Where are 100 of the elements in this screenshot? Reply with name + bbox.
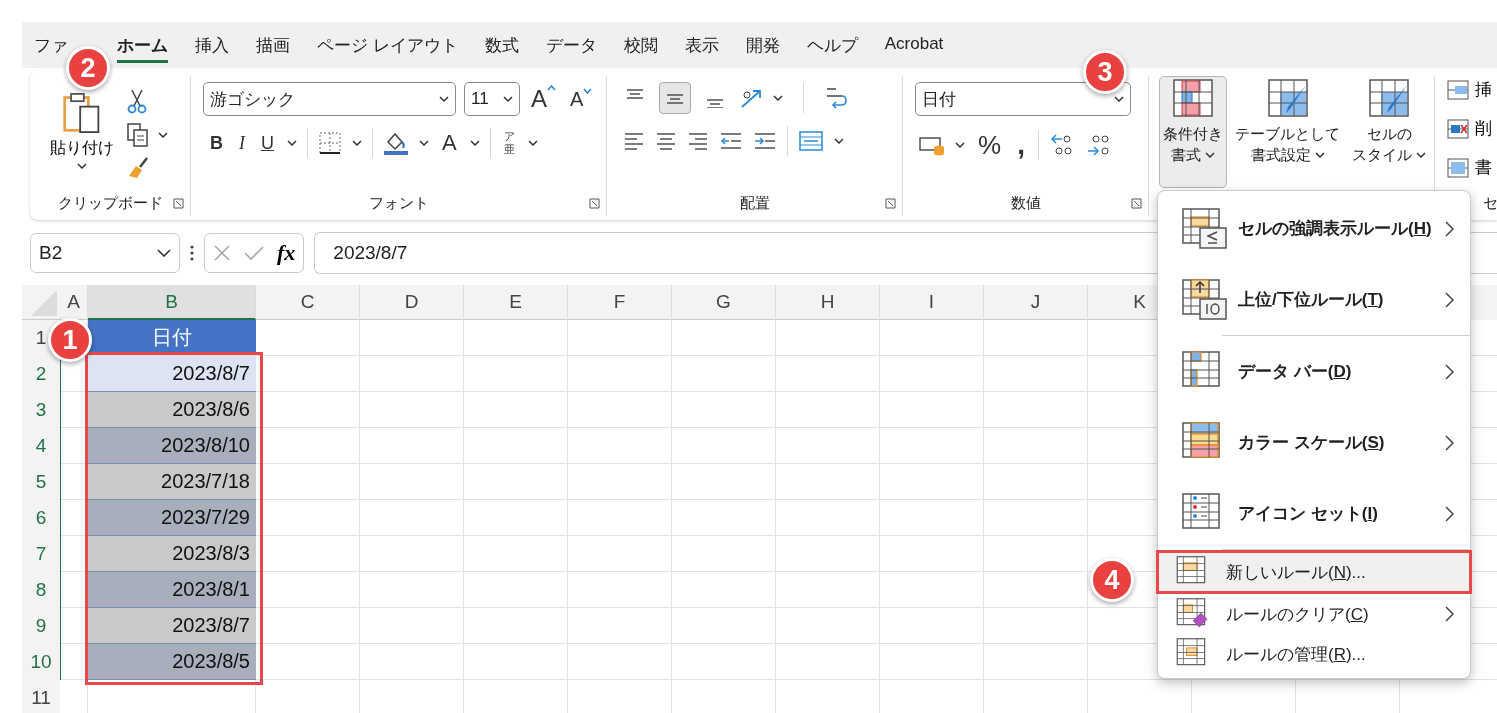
- ribbon-tab[interactable]: 挿入: [195, 30, 229, 63]
- grow-font-button[interactable]: A: [528, 85, 559, 113]
- dialog-launcher-icon[interactable]: [589, 198, 600, 209]
- paste-button[interactable]: 貼り付け: [44, 92, 120, 169]
- percent-button[interactable]: %: [975, 129, 1005, 161]
- caret-icon: [1205, 151, 1215, 158]
- table-cell: 2023/8/3: [88, 536, 256, 572]
- menu-item[interactable]: カラー スケール(S): [1158, 407, 1470, 478]
- row-header[interactable]: 9: [35, 615, 47, 637]
- cut-icon[interactable]: [126, 88, 148, 114]
- vertical-align-icon[interactable]: [659, 82, 691, 114]
- align-icon[interactable]: [623, 131, 645, 151]
- ribbon-tab[interactable]: 描画: [256, 30, 290, 63]
- table-cell: 2023/8/5: [88, 644, 256, 680]
- menu-item[interactable]: データ バー(D): [1158, 336, 1470, 407]
- column-header[interactable]: H: [776, 285, 880, 320]
- dialog-launcher-icon[interactable]: [173, 198, 184, 209]
- merge-cells-icon[interactable]: [798, 130, 824, 152]
- increase-indent-icon[interactable]: [753, 131, 777, 151]
- caret-icon[interactable]: [773, 95, 783, 101]
- row-header[interactable]: 1: [35, 327, 47, 349]
- row-header[interactable]: 6: [35, 507, 47, 529]
- dialog-launcher-icon[interactable]: [1131, 198, 1142, 209]
- ribbon-tab[interactable]: ファ: [34, 30, 68, 63]
- ribbon-tab[interactable]: 校閲: [623, 30, 658, 63]
- column-header[interactable]: J: [984, 285, 1088, 320]
- column-header[interactable]: E: [464, 285, 568, 320]
- table-cell: 2023/8/7: [88, 608, 256, 644]
- caret-icon[interactable]: [527, 140, 538, 146]
- align-icon[interactable]: [655, 131, 677, 151]
- caret-icon: [1114, 96, 1124, 102]
- styles-button[interactable]: セルの スタイル: [1348, 76, 1430, 188]
- row-header[interactable]: 10: [30, 651, 52, 673]
- styles-button[interactable]: 条件付き 書式: [1159, 76, 1227, 188]
- caret-icon[interactable]: [287, 140, 297, 146]
- row-header[interactable]: 11: [31, 687, 51, 709]
- name-box[interactable]: B2: [30, 233, 180, 273]
- column-header[interactable]: G: [672, 285, 776, 320]
- caret-icon: [1314, 151, 1325, 158]
- caret-icon[interactable]: [834, 138, 844, 144]
- column-header[interactable]: C: [256, 285, 360, 320]
- ribbon-tab[interactable]: ヘルプ: [806, 30, 858, 63]
- dialog-launcher-icon[interactable]: [885, 198, 896, 209]
- font-color-button[interactable]: A: [439, 130, 460, 156]
- check-icon[interactable]: [243, 245, 265, 261]
- row-header[interactable]: 3: [35, 399, 47, 421]
- row-header[interactable]: 8: [35, 579, 47, 601]
- bold-button[interactable]: B: [207, 132, 226, 154]
- table-cell: 2023/8/10: [88, 428, 256, 464]
- ribbon-tab[interactable]: 開発: [745, 30, 780, 63]
- menu-item[interactable]: ルールのクリア(C): [1158, 594, 1470, 634]
- insert-function-button[interactable]: fx: [277, 240, 296, 266]
- font-name-dropdown[interactable]: 游ゴシック: [203, 82, 456, 116]
- row-header[interactable]: 7: [35, 543, 47, 565]
- menu-item[interactable]: ルールの管理(R)...: [1158, 634, 1470, 674]
- group-label: クリップボード: [57, 193, 163, 213]
- menu-item[interactable]: アイコン セット(I): [1158, 478, 1470, 549]
- borders-icon[interactable]: [318, 131, 342, 155]
- ribbon-tab[interactable]: Acrobat: [884, 30, 944, 60]
- caret-icon[interactable]: [158, 132, 168, 138]
- ribbon-tab[interactable]: 表示: [684, 30, 719, 63]
- row-header[interactable]: 4: [35, 435, 47, 457]
- caret-icon[interactable]: [352, 140, 362, 146]
- brush-icon[interactable]: [126, 156, 150, 180]
- more-icon[interactable]: [190, 245, 194, 261]
- ribbon-tab[interactable]: ホーム: [117, 30, 168, 63]
- decrease-indent-icon[interactable]: [719, 131, 743, 151]
- row-header[interactable]: 5: [35, 471, 47, 493]
- currency-icon[interactable]: [919, 134, 945, 156]
- cells-button[interactable]: 挿: [1447, 76, 1492, 103]
- column-header[interactable]: I: [880, 285, 984, 320]
- phonetic-button[interactable]: ア 亜: [500, 130, 518, 156]
- caret-icon: [439, 96, 449, 102]
- column-header[interactable]: D: [360, 285, 464, 320]
- align-icon[interactable]: [687, 131, 709, 151]
- column-header[interactable]: A: [60, 285, 88, 320]
- copy-icon[interactable]: [126, 122, 150, 148]
- cells-button[interactable]: 書: [1447, 154, 1492, 181]
- menu-item[interactable]: 新しいルール(N)...: [1158, 552, 1470, 592]
- caret-icon[interactable]: [469, 140, 480, 146]
- font-size-dropdown[interactable]: 11: [464, 82, 520, 116]
- fill-color-icon[interactable]: [383, 130, 409, 156]
- cells-button[interactable]: 削: [1447, 115, 1492, 142]
- underline-button[interactable]: U: [258, 132, 277, 154]
- increase-decimal-icon[interactable]: [1048, 132, 1075, 158]
- caret-icon[interactable]: [955, 142, 965, 148]
- shrink-font-button[interactable]: A: [567, 87, 596, 111]
- wrap-text-icon[interactable]: [824, 85, 848, 111]
- column-header[interactable]: F: [568, 285, 672, 320]
- row-header[interactable]: 2: [35, 363, 47, 385]
- ribbon-tab[interactable]: ページ レイアウト: [317, 30, 458, 63]
- ribbon-tab[interactable]: 数式: [484, 30, 519, 63]
- caret-icon: [77, 163, 87, 169]
- caret-icon[interactable]: [419, 140, 429, 146]
- comma-button[interactable]: ,: [1014, 128, 1028, 162]
- column-header[interactable]: B: [88, 285, 256, 320]
- italic-button[interactable]: I: [236, 132, 248, 154]
- ribbon-tab[interactable]: データ: [545, 30, 597, 63]
- number-format-dropdown[interactable]: 日付: [915, 82, 1131, 116]
- styles-button[interactable]: テーブルとして 書式設定: [1231, 76, 1344, 188]
